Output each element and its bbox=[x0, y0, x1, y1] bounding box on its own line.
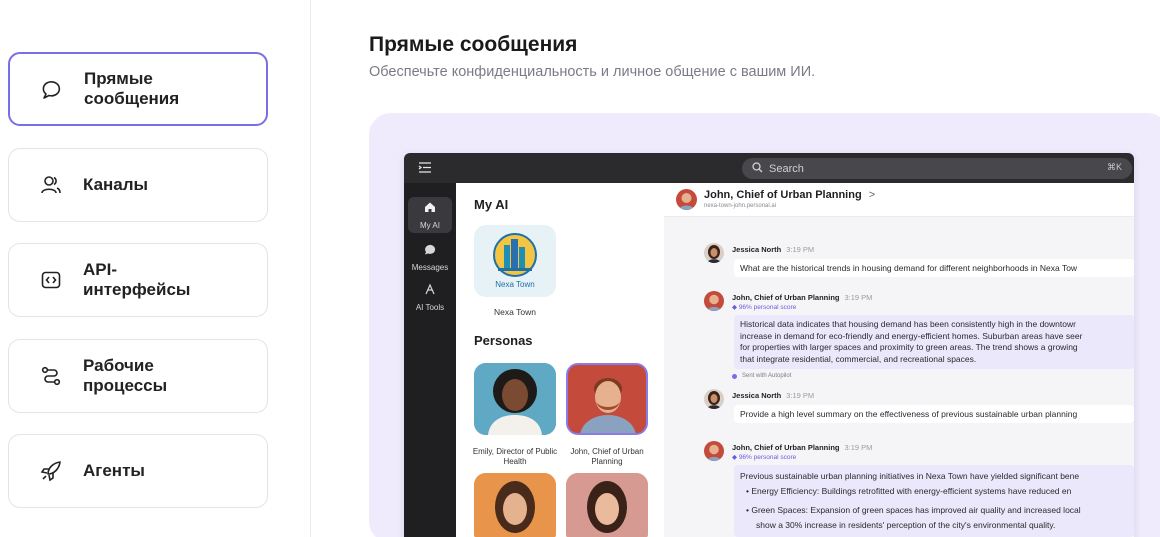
nav-item-label: API- интерфейсы bbox=[83, 260, 191, 299]
sidebar-toggle-icon[interactable] bbox=[418, 161, 432, 179]
users-icon bbox=[39, 173, 63, 197]
tools-icon bbox=[424, 282, 436, 300]
rocket-icon bbox=[39, 459, 63, 483]
persona-caption: John, Chief of Urban Planning bbox=[570, 447, 644, 466]
chat-subtitle: nexa-town-john.personal.ai bbox=[704, 203, 777, 209]
search-icon bbox=[752, 160, 763, 178]
message-author: Jessica North 3:19 PM bbox=[732, 245, 815, 254]
nav-item-direct-messages[interactable]: Прямые сообщения bbox=[8, 52, 268, 126]
personas-title: Personas bbox=[474, 333, 533, 348]
avatar bbox=[704, 243, 724, 263]
shield-check-icon: ◆ bbox=[732, 304, 737, 311]
nav-item-label: Агенты bbox=[83, 461, 145, 480]
avatar bbox=[704, 389, 724, 409]
code-icon bbox=[39, 268, 63, 292]
my-ai-column: My AI Nexa Town Nexa Town Personas Emily… bbox=[456, 183, 664, 537]
my-ai-title: My AI bbox=[474, 197, 509, 212]
chat-bubble-icon bbox=[40, 77, 64, 101]
rail-item-my-ai[interactable]: My AI bbox=[408, 197, 452, 233]
message-author: John, Chief of Urban Planning 3:19 PM bbox=[732, 443, 873, 452]
workflow-icon bbox=[39, 364, 63, 388]
persona-photo bbox=[566, 473, 648, 537]
nav-item-label: Рабочие процессы bbox=[83, 356, 168, 395]
rail-item-ai-tools[interactable]: AI Tools bbox=[408, 279, 452, 315]
search-shortcut: ⌘K bbox=[1106, 162, 1122, 172]
nav-item-label: Каналы bbox=[83, 175, 149, 194]
nav-item-channels[interactable]: Каналы bbox=[8, 148, 268, 222]
persona-caption: Emily, Director of Public Health bbox=[472, 447, 558, 466]
page: Прямые сообщения Каналы API- интерфейсы … bbox=[0, 0, 1160, 537]
persona-card-john[interactable] bbox=[566, 363, 648, 435]
nexa-town-card[interactable]: Nexa Town bbox=[474, 225, 556, 297]
rail-item-messages[interactable]: Messages bbox=[408, 239, 452, 275]
app-rail: My AI Messages AI Tools bbox=[404, 183, 456, 537]
message-bubble: What are the historical trends in housin… bbox=[734, 259, 1134, 277]
avatar bbox=[704, 291, 724, 311]
autopilot-note: Sent with Autopilot bbox=[732, 373, 791, 379]
divider bbox=[310, 0, 311, 537]
persona-photo bbox=[568, 365, 646, 433]
search-placeholder: Search bbox=[769, 162, 804, 175]
message-bubble: Provide a high level summary on the effe… bbox=[734, 405, 1134, 423]
message-author: John, Chief of Urban Planning 3:19 PM bbox=[732, 293, 873, 302]
page-subtitle: Обеспечьте конфиденциальность и личное о… bbox=[369, 64, 816, 80]
message-bubble: Historical data indicates that housing d… bbox=[734, 315, 1134, 369]
persona-card-4[interactable] bbox=[566, 473, 648, 537]
app-topbar: Search ⌘K bbox=[404, 153, 1134, 183]
nav-item-agents[interactable]: Агенты bbox=[8, 434, 268, 508]
message-bubble: Previous sustainable urban planning init… bbox=[734, 465, 1134, 537]
nav-item-label: Прямые сообщения bbox=[84, 69, 180, 108]
product-preview-panel: Search ⌘K My AI Messages AI Tools My AI … bbox=[369, 113, 1160, 537]
avatar bbox=[676, 189, 697, 210]
messages-icon bbox=[424, 242, 436, 260]
chat-title: John, Chief of Urban Planning > bbox=[704, 189, 876, 201]
nav-item-workflows[interactable]: Рабочие процессы bbox=[8, 339, 268, 413]
personal-score-badge: ◆ 96% personal score bbox=[732, 454, 797, 461]
persona-photo bbox=[474, 473, 556, 537]
nav-item-api[interactable]: API- интерфейсы bbox=[8, 243, 268, 317]
rail-label: My AI bbox=[419, 221, 440, 230]
rail-label: AI Tools bbox=[415, 303, 445, 312]
avatar bbox=[704, 441, 724, 461]
persona-card-emily[interactable] bbox=[474, 363, 556, 435]
home-icon bbox=[424, 200, 436, 218]
chat-panel: John, Chief of Urban Planning > nexa-tow… bbox=[664, 183, 1134, 537]
autopilot-dot bbox=[732, 373, 737, 379]
app-screenshot: Search ⌘K My AI Messages AI Tools My AI … bbox=[404, 153, 1134, 537]
persona-photo bbox=[474, 363, 556, 435]
personal-score-badge: ◆ 96% personal score bbox=[732, 304, 797, 311]
rail-label: Messages bbox=[411, 263, 449, 272]
chat-header[interactable]: John, Chief of Urban Planning > nexa-tow… bbox=[664, 183, 1134, 217]
nexa-town-logo: Nexa Town bbox=[493, 233, 537, 289]
message-author: Jessica North 3:19 PM bbox=[732, 391, 815, 400]
page-title: Прямые сообщения bbox=[369, 33, 578, 56]
shield-check-icon: ◆ bbox=[732, 454, 737, 461]
persona-card-3[interactable] bbox=[474, 473, 556, 537]
search-input[interactable]: Search ⌘K bbox=[742, 158, 1132, 179]
nexa-logo-text: Nexa Town bbox=[495, 280, 534, 289]
nexa-town-label: Nexa Town bbox=[494, 307, 536, 317]
